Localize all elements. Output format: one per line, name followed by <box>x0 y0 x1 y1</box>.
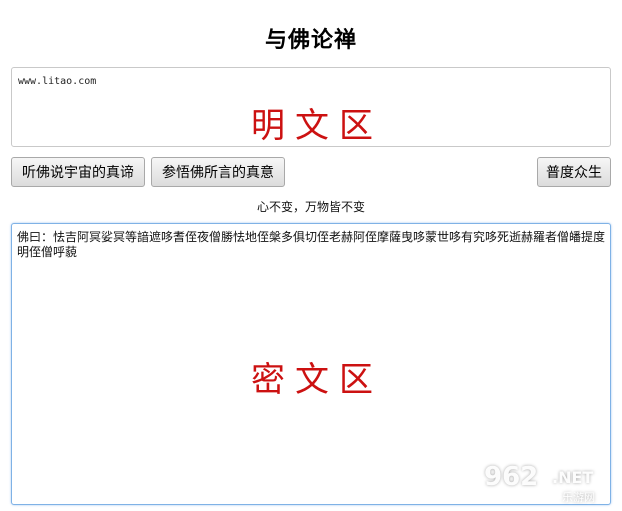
decrypt-button[interactable]: 参悟佛所言的真意 <box>151 157 285 187</box>
plaintext-value[interactable]: www.litao.com <box>18 76 96 87</box>
ciphertext-watermark: 密文区 <box>251 360 383 400</box>
encrypt-button[interactable]: 听佛说宇宙的真谛 <box>11 157 145 187</box>
share-button[interactable]: 普度众生 <box>537 157 611 187</box>
logo-suffix: .NET <box>552 468 594 487</box>
logo-subtitle: 乐游网 <box>562 491 595 504</box>
logo-number: 962 <box>484 462 539 492</box>
page-title: 与佛论禅 <box>264 28 357 53</box>
site-watermark-logo: 962 .NET 乐游网 <box>482 462 614 506</box>
motto-text: 心不变，万物皆不变 <box>256 200 365 214</box>
plaintext-watermark: 明文区 <box>251 106 383 146</box>
plaintext-input[interactable]: www.litao.com 明文区 <box>11 67 611 147</box>
ciphertext-value[interactable]: 佛曰：怯吉阿冥娑冥等諳遮哆耆侄夜僧勝怯地侄槃多俱切侄老赫阿侄摩薩曳哆蒙世哆有究哆… <box>17 230 607 260</box>
